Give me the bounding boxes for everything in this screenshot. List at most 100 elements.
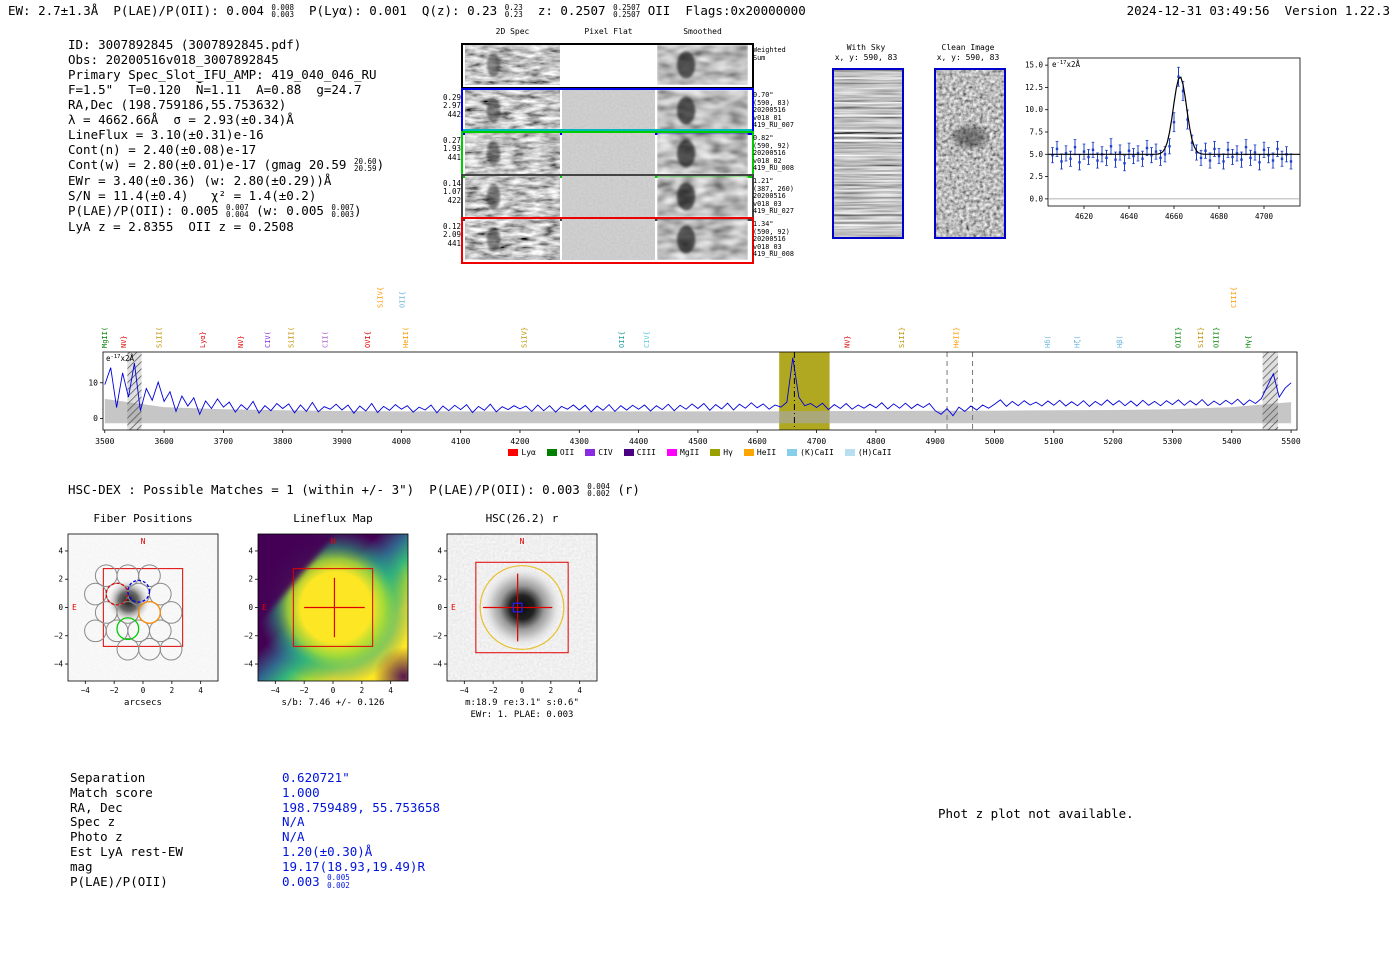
svg-text:0: 0 — [58, 603, 63, 612]
clean-image-coords: x, y: 590, 83 — [936, 53, 1000, 62]
match-table-value: 19.17(18.93,19.49)R — [282, 858, 425, 874]
legend-swatch — [710, 449, 721, 456]
svg-text:2: 2 — [549, 686, 554, 695]
svg-text:Hδ(: Hδ( — [1044, 335, 1052, 348]
svg-text:3600: 3600 — [154, 437, 173, 444]
legend-item: HeII — [743, 448, 777, 457]
line-fit-plot: 0.0 2.5 5.0 7.5 10.0 12.5 15.0 4620 4640 4660 4680… — [1025, 57, 1301, 221]
match-table-label: Photo z — [70, 829, 123, 845]
svg-text:N: N — [520, 537, 525, 546]
spec2d-row-left-label: 0.27 1.93 441 — [442, 136, 461, 162]
match-table-row: Est LyA rest-EW 1.20(±0.30)Å — [70, 844, 440, 859]
svg-text:0: 0 — [93, 414, 98, 423]
with-sky-image — [832, 68, 904, 239]
match-table-label: Spec z — [70, 814, 116, 830]
hsc-caption-1: m:18.9 re:3.1" s:0.6" — [465, 698, 579, 708]
match-table-row: Photo z N/A — [70, 829, 440, 844]
svg-text:4900: 4900 — [926, 437, 945, 444]
full-spectrum-plot: 3500 3600 3700 3800 3900 4000 4100 4200 4300 4400… — [88, 287, 1301, 444]
match-table-value: 198.759489, 55.753658 — [282, 799, 441, 815]
svg-text:5300: 5300 — [1163, 437, 1182, 444]
svg-text:e-17x2Å: e-17x2Å — [106, 354, 134, 363]
svg-text:0: 0 — [331, 686, 336, 695]
lineflux-map-plot: −4 −4 −2 −2 0 0 2 2 4 4 N E — [244, 533, 409, 695]
svg-text:CIV(: CIV( — [264, 331, 272, 348]
elixer-report-page: EW: 2.7±1.3Å P(LAE)/P(OII): 0.004 0.008 0… — [0, 0, 1400, 953]
legend-label: Lyα — [521, 448, 536, 457]
match-table-label: RA, Dec — [70, 799, 123, 815]
svg-text:4800: 4800 — [866, 437, 885, 444]
svg-text:HeII}: HeII} — [953, 327, 961, 348]
svg-text:CIII{: CIII{ — [1230, 287, 1238, 308]
svg-text:10: 10 — [88, 378, 98, 387]
svg-text:4: 4 — [248, 546, 253, 555]
svg-text:CIV{: CIV{ — [643, 331, 651, 348]
spec2d-smoothed-image — [657, 90, 748, 131]
match-table-value: 0.620721" — [282, 770, 350, 785]
svg-text:4: 4 — [388, 686, 393, 695]
hsc-image-title: HSC(26.2) r — [485, 512, 559, 525]
svg-text:SiII(: SiII( — [288, 327, 296, 348]
spectrum-line — [104, 357, 1292, 417]
info-line: RA,Dec (198.759186,55.753632) — [68, 97, 287, 112]
svg-text:−2: −2 — [300, 686, 309, 695]
spec2d-smoothed-image — [657, 219, 748, 260]
legend-label: HeII — [756, 448, 777, 457]
svg-text:SiII}: SiII} — [898, 327, 906, 348]
spec2d-row-left-label: 0.29 2.97 442 — [442, 93, 461, 119]
svg-text:HeII(: HeII( — [402, 327, 410, 348]
match-table-value: 1.000 — [282, 784, 320, 800]
info-line: Cont(n) = 2.40(±0.08)e-17 — [68, 142, 257, 157]
info-line: LineFlux = 3.10(±0.31)e-16 — [68, 127, 264, 142]
spec2d-row-annotation: 0.70" (590, 83) 20200516 v018_01 419_RU_007 — [753, 91, 794, 130]
legend-label: CIV — [598, 448, 613, 457]
svg-text:0.0: 0.0 — [1029, 194, 1043, 203]
match-table-label: Est LyA rest-EW — [70, 843, 183, 859]
legend-swatch — [787, 449, 798, 456]
svg-text:NV}: NV} — [843, 335, 851, 348]
svg-text:5000: 5000 — [985, 437, 1004, 444]
svg-text:4100: 4100 — [451, 437, 470, 444]
svg-text:10.0: 10.0 — [1025, 105, 1044, 114]
clean-image-title: Clean Image — [941, 43, 995, 52]
svg-text:2: 2 — [170, 686, 175, 695]
match-table-row: Spec z N/A — [70, 814, 440, 829]
svg-text:4400: 4400 — [629, 437, 648, 444]
info-line: λ = 4662.66Å σ = 2.93(±0.34)Å — [68, 112, 294, 127]
hsc-dex-match-header: HSC-DEX : Possible Matches = 1 (within +… — [68, 481, 640, 499]
spec2d-pixelflat-image — [562, 219, 655, 260]
svg-text:12.5: 12.5 — [1025, 83, 1043, 92]
spec2d-teal-divider — [463, 129, 752, 131]
info-line: F=1.5" T=0.120 N̄=1.11 A=0.8̄8 g=24.7 — [68, 82, 362, 97]
phot-z-note: Phot z plot not available. — [938, 806, 1134, 821]
lineflux-caption: s/b: 7.46 +/- 0.126 — [281, 698, 385, 708]
legend-item: MgII — [667, 448, 699, 457]
spec2d-2d-image — [465, 176, 560, 217]
svg-text:SiII(: SiII( — [155, 327, 163, 348]
svg-text:E: E — [262, 603, 267, 612]
svg-text:N: N — [331, 537, 336, 546]
legend-item: Hγ — [710, 448, 733, 457]
legend-label: MgII — [680, 448, 700, 457]
match-table-value: N/A — [282, 829, 305, 845]
svg-text:SiIV}: SiIV} — [521, 327, 529, 348]
svg-text:5.0: 5.0 — [1029, 150, 1043, 159]
legend-label: CIII — [636, 448, 656, 457]
legend-swatch — [743, 449, 754, 456]
legend-swatch — [667, 449, 677, 456]
hsc-image-plot: −4 −4 −2 −2 0 0 2 2 4 4 N E — [433, 533, 598, 695]
fiber-positions-plot: −4 −4 −2 −2 0 0 2 2 4 4 N E — [54, 533, 219, 695]
legend-swatch — [844, 449, 855, 456]
lineflux-map-title: Lineflux Map — [293, 512, 373, 525]
spec2d-pixelflat-image — [562, 176, 655, 217]
spec2d-2d-image — [465, 219, 560, 260]
legend-label: (K)CaII — [800, 448, 834, 457]
match-table: Separation 0.620721" Match score 1.000 RA, D… — [70, 770, 441, 889]
svg-text:0: 0 — [141, 686, 146, 695]
clean-image — [934, 68, 1006, 239]
svg-text:4: 4 — [437, 546, 442, 555]
spec2d-row-annotation: 1.34" (590, 92) 20200516 v018_03 419_RU_008 — [753, 220, 794, 259]
spec2d-row-annotation: Weighted Sum — [753, 46, 786, 62]
svg-text:4660: 4660 — [1165, 212, 1184, 221]
svg-text:4300: 4300 — [570, 437, 589, 444]
